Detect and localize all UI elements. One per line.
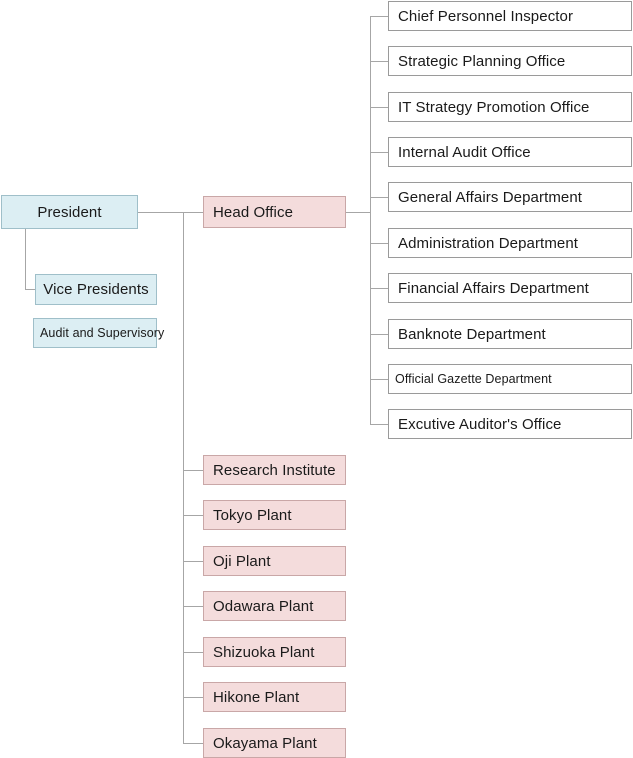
connector-stub-office-7 <box>370 288 388 289</box>
connector-stub-office-4 <box>370 152 388 153</box>
connector-head-office-right <box>346 212 371 213</box>
connector-office-trunk <box>370 16 371 425</box>
node-official-gazette-department[interactable]: Official Gazette Department <box>388 364 632 394</box>
node-odawara-plant[interactable]: Odawara Plant <box>203 591 346 621</box>
org-chart: President Vice Presidents Audit and Supe… <box>0 0 633 758</box>
connector-stub-hikone-plant <box>183 697 203 698</box>
connector-stub-office-9 <box>370 379 388 380</box>
connector-stub-office-2 <box>370 61 388 62</box>
connector-stub-okayama-plant <box>183 743 203 744</box>
node-head-office[interactable]: Head Office <box>203 196 346 228</box>
connector-division-trunk <box>183 212 184 743</box>
connector-president-down <box>25 229 26 290</box>
node-internal-audit-office[interactable]: Internal Audit Office <box>388 137 632 167</box>
node-it-strategy-promotion-office[interactable]: IT Strategy Promotion Office <box>388 92 632 122</box>
connector-to-vice-presidents <box>25 289 35 290</box>
connector-stub-odawara-plant <box>183 606 203 607</box>
node-chief-personnel-inspector[interactable]: Chief Personnel Inspector <box>388 1 632 31</box>
node-hikone-plant[interactable]: Hikone Plant <box>203 682 346 712</box>
connector-stub-oji-plant <box>183 561 203 562</box>
connector-stub-office-1 <box>370 16 388 17</box>
connector-stub-office-5 <box>370 197 388 198</box>
node-excutive-auditors-office[interactable]: Excutive Auditor's Office <box>388 409 632 439</box>
connector-stub-tokyo-plant <box>183 515 203 516</box>
node-president[interactable]: President <box>1 195 138 229</box>
connector-stub-research-institute <box>183 470 203 471</box>
node-research-institute[interactable]: Research Institute <box>203 455 346 485</box>
node-administration-department[interactable]: Administration Department <box>388 228 632 258</box>
node-strategic-planning-office[interactable]: Strategic Planning Office <box>388 46 632 76</box>
node-general-affairs-department[interactable]: General Affairs Department <box>388 182 632 212</box>
node-audit-and-supervisory[interactable]: Audit and Supervisory <box>33 318 164 348</box>
connector-president-to-head-office <box>138 212 203 213</box>
connector-stub-office-8 <box>370 334 388 335</box>
node-tokyo-plant[interactable]: Tokyo Plant <box>203 500 346 530</box>
node-okayama-plant[interactable]: Okayama Plant <box>203 728 346 758</box>
connector-stub-office-6 <box>370 243 388 244</box>
connector-stub-office-3 <box>370 107 388 108</box>
node-vice-presidents[interactable]: Vice Presidents <box>35 274 157 305</box>
node-oji-plant[interactable]: Oji Plant <box>203 546 346 576</box>
connector-stub-office-10 <box>370 424 388 425</box>
node-financial-affairs-department[interactable]: Financial Affairs Department <box>388 273 632 303</box>
node-banknote-department[interactable]: Banknote Department <box>388 319 632 349</box>
connector-stub-shizuoka-plant <box>183 652 203 653</box>
node-shizuoka-plant[interactable]: Shizuoka Plant <box>203 637 346 667</box>
